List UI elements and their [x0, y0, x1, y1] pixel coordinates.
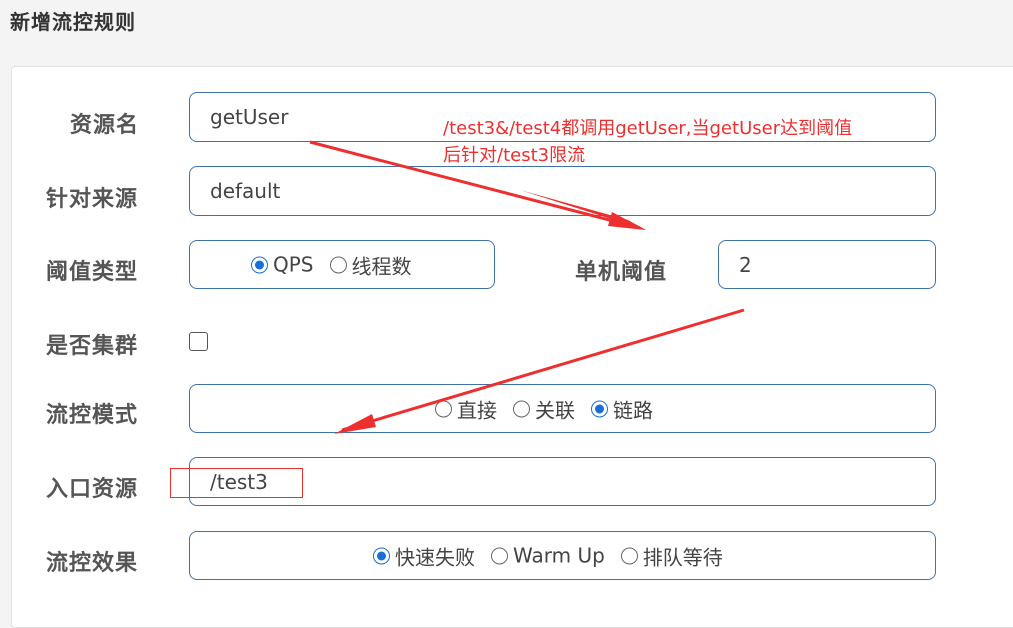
grade-option-thread[interactable]: 线程数	[329, 250, 412, 279]
cluster-label: 是否集群	[46, 334, 139, 359]
resource-name-value: getUser	[210, 105, 289, 129]
limit-app-value: default	[210, 179, 281, 203]
strategy-option-direct-label: 直接	[457, 398, 497, 422]
count-input[interactable]: 2	[718, 240, 936, 289]
radio-unchecked-icon	[329, 256, 347, 273]
count-value: 2	[739, 252, 752, 277]
radio-checked-icon	[591, 400, 608, 417]
radio-checked-icon	[373, 547, 390, 564]
count-label: 单机阈值	[575, 260, 668, 285]
strategy-option-direct[interactable]: 直接	[435, 394, 497, 423]
radio-checked-icon	[251, 256, 268, 273]
control-behavior-label: 流控效果	[46, 551, 139, 576]
behavior-option-queue[interactable]: 排队等待	[620, 541, 723, 570]
grade-option-thread-label: 线程数	[351, 254, 412, 278]
strategy-label: 流控模式	[46, 403, 139, 428]
radio-unchecked-icon	[513, 400, 530, 417]
annotation-line-1: /test3&/test4都调用getUser,当getUser达到阈值	[443, 118, 853, 139]
annotation-note: /test3&/test4都调用getUser,当getUser达到阈值 后针对…	[443, 115, 913, 169]
radio-unchecked-icon	[491, 547, 508, 564]
limit-app-label: 针对来源	[46, 187, 139, 212]
strategy-option-chain[interactable]: 链路	[591, 394, 653, 423]
behavior-option-fast-fail[interactable]: 快速失败	[373, 541, 475, 570]
behavior-option-fast-fail-label: 快速失败	[395, 545, 475, 569]
limit-app-input[interactable]: default	[189, 166, 936, 216]
ref-resource-label: 入口资源	[46, 477, 139, 502]
strategy-option-chain-label: 链路	[613, 398, 653, 422]
behavior-option-warm-up-label: Warm Up	[513, 543, 605, 568]
annotation-highlight-box	[170, 468, 303, 498]
radio-unchecked-icon	[620, 547, 638, 564]
cluster-checkbox[interactable]	[189, 332, 208, 351]
grade-label: 阈值类型	[46, 260, 139, 285]
grade-option-qps-label: QPS	[273, 252, 314, 277]
radio-unchecked-icon	[435, 400, 452, 417]
annotation-line-2: 后针对/test3限流	[443, 145, 586, 166]
strategy-option-relate[interactable]: 关联	[513, 394, 575, 423]
grade-radio-group: QPS 线程数	[189, 240, 495, 289]
page-header: 新增流控规则	[0, 0, 1013, 66]
strategy-option-relate-label: 关联	[535, 398, 575, 422]
control-behavior-radio-group: 快速失败 Warm Up 排队等待	[189, 531, 936, 580]
resource-name-label: 资源名	[70, 113, 140, 138]
grade-option-qps[interactable]: QPS	[251, 253, 314, 277]
strategy-radio-group: 直接 关联 链路	[189, 384, 936, 433]
behavior-option-warm-up[interactable]: Warm Up	[491, 544, 605, 568]
page-title: 新增流控规则	[10, 10, 136, 34]
behavior-option-queue-label: 排队等待	[642, 545, 723, 569]
